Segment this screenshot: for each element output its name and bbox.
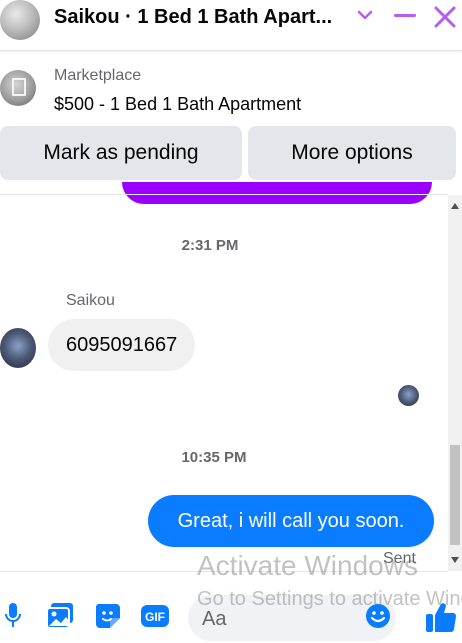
timestamp: 2:31 PM — [181, 237, 239, 254]
scroll-up-arrow-icon[interactable] — [451, 203, 459, 209]
sender-name: Saikou — [66, 292, 115, 309]
scrollbar-thumb[interactable] — [450, 445, 460, 545]
activation-watermark-subtitle: Go to Settings to activate Windows. — [197, 588, 462, 610]
outgoing-message[interactable]: Great, i will call you soon. — [148, 495, 434, 547]
image-icon[interactable] — [46, 602, 74, 630]
incoming-message[interactable]: 6095091667 — [48, 319, 196, 371]
gif-icon[interactable]: GIF — [140, 602, 170, 630]
scrollbar[interactable] — [448, 195, 462, 571]
sticker-icon[interactable] — [94, 602, 122, 630]
close-icon[interactable] — [432, 4, 458, 30]
marketplace-label: Marketplace — [54, 67, 142, 84]
previous-outgoing-bubble — [122, 182, 432, 204]
chevron-down-icon[interactable] — [356, 6, 374, 24]
listing-title[interactable]: $500 - 1 Bed 1 Bath Apartment — [54, 94, 301, 115]
chat-header: Saikou · 1 Bed 1 Bath Apart... — [0, 0, 462, 51]
contact-avatar[interactable] — [0, 0, 40, 40]
microphone-icon[interactable] — [4, 602, 22, 630]
minimize-icon[interactable] — [394, 14, 416, 17]
listing-thumbnail[interactable] — [0, 70, 36, 106]
seen-indicator-avatar — [398, 385, 419, 406]
chat-title[interactable]: Saikou · 1 Bed 1 Bath Apart... — [54, 6, 344, 29]
message-status: Sent — [383, 550, 416, 567]
timestamp: 10:35 PM — [181, 449, 247, 466]
mark-as-pending-button[interactable]: Mark as pending — [0, 126, 242, 180]
sender-avatar[interactable] — [0, 328, 36, 368]
svg-text:GIF: GIF — [145, 610, 165, 624]
divider — [0, 194, 448, 195]
scroll-down-arrow-icon[interactable] — [451, 557, 459, 563]
more-options-button[interactable]: More options — [248, 126, 456, 180]
